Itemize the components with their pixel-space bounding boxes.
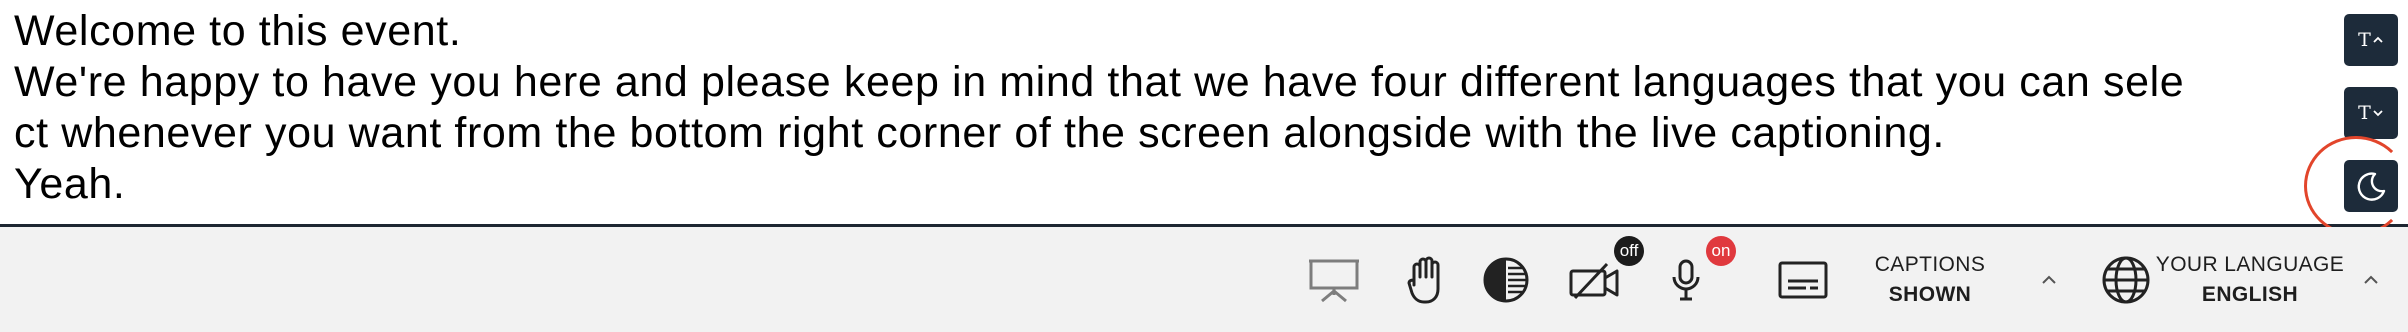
chevron-up-icon (2364, 275, 2378, 284)
captions-status: CAPTIONS SHOWN (1875, 250, 1986, 310)
dark-mode-toggle-button[interactable] (2344, 160, 2398, 212)
microphone-icon (1672, 259, 1700, 300)
caption-line: ct whenever you want from the bottom rig… (14, 109, 1945, 157)
language-value: ENGLISH (2201, 282, 2299, 306)
decrease-text-size-button[interactable]: T (2344, 87, 2398, 139)
text-size-glyph: T (2358, 29, 2371, 51)
moon-icon (2357, 172, 2386, 201)
microphone-button[interactable] (1666, 227, 1706, 332)
chevron-up-icon (2042, 275, 2056, 284)
caption-line: Yeah. (14, 160, 126, 208)
captions-options-button[interactable] (2036, 227, 2062, 332)
caption-line: We're happy to have you here and please … (14, 58, 2185, 106)
chevron-down-icon (2373, 110, 2383, 117)
raise-hand-button[interactable] (1400, 227, 1452, 332)
text-size-glyph: T (2358, 102, 2371, 124)
language-label: YOUR LANGUAGE (2155, 252, 2345, 276)
presentation-icon (1309, 259, 1359, 302)
microphone-status-badge: on (1706, 236, 1736, 266)
language-globe-button[interactable] (2098, 227, 2154, 332)
language-status: YOUR LANGUAGE ENGLISH (2156, 250, 2344, 310)
captions-toggle[interactable]: CAPTIONS SHOWN (1862, 227, 1998, 332)
contrast-icon (1483, 257, 1529, 302)
contrast-button[interactable] (1478, 227, 1534, 332)
camera-status-badge: off (1614, 236, 1644, 266)
closed-captions-icon (1778, 261, 1828, 298)
captions-label: CAPTIONS (1874, 252, 1986, 276)
globe-icon (2102, 256, 2150, 303)
caption-line: Welcome to this event. (14, 7, 462, 55)
presentation-button[interactable] (1302, 227, 1366, 332)
bottom-toolbar: off on CAPTIONS SHOWN YOUR LANGUAGE ENGL… (0, 227, 2408, 332)
chevron-up-icon (2373, 36, 2383, 43)
captions-area: Welcome to this event. We're happy to ha… (0, 0, 2408, 236)
hand-icon (1407, 256, 1440, 303)
captions-icon-button[interactable] (1776, 227, 1830, 332)
increase-text-size-button[interactable]: T (2344, 14, 2398, 66)
live-caption-text: Welcome to this event. We're happy to ha… (14, 6, 2314, 210)
language-selector[interactable]: YOUR LANGUAGE ENGLISH (2154, 227, 2346, 332)
captions-state: SHOWN (1888, 282, 1972, 306)
camera-off-icon (1569, 262, 1619, 299)
language-options-button[interactable] (2358, 227, 2384, 332)
